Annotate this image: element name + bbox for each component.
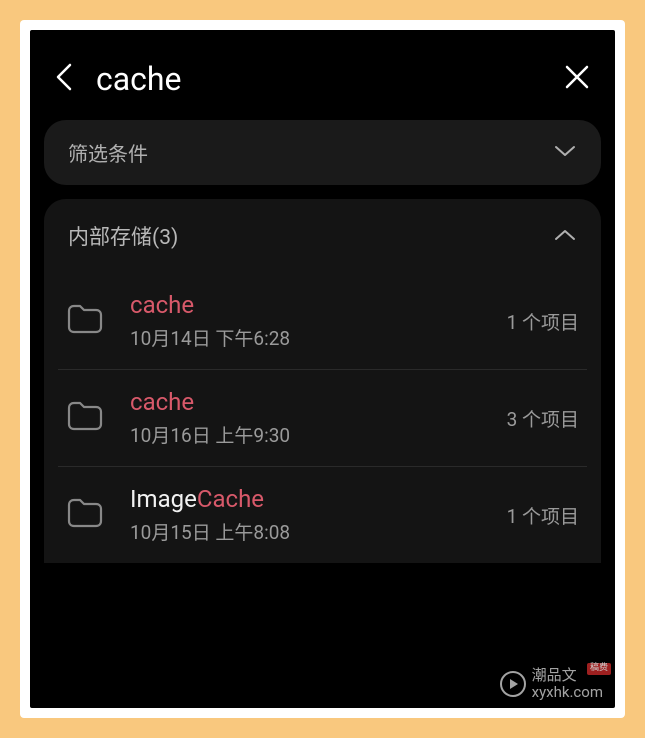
storage-title: 内部存储(3) [68,221,178,251]
folder-count: 1 个项目 [507,502,579,529]
folder-count: 1 个项目 [507,308,579,335]
app-container: cache 筛选条件 内部存储(3) [30,30,615,708]
folder-date: 10月16日 上午9:30 [130,421,481,448]
storage-section-header[interactable]: 内部存储(3) [44,199,601,273]
folder-item[interactable]: cache 10月14日 下午6:28 1 个项目 [58,273,587,370]
folder-info: ImageCache 10月15日 上午8:08 [130,485,481,545]
close-icon[interactable] [564,64,590,94]
back-arrow-icon[interactable] [55,62,73,96]
folder-icon [66,303,104,339]
filter-label: 筛选条件 [68,138,148,167]
folder-item[interactable]: cache 10月16日 上午9:30 3 个项目 [58,370,587,467]
folder-item[interactable]: ImageCache 10月15日 上午8:08 1 个项目 [58,467,587,563]
watermark-text: 潮品文 xyxhk.com 稿费 [532,667,603,700]
folder-date: 10月15日 上午8:08 [130,518,481,545]
chevron-up-icon [553,227,577,246]
folder-name: ImageCache [130,485,481,513]
folder-icon [66,400,104,436]
chevron-down-icon [553,143,577,162]
folder-name: cache [130,388,481,416]
storage-section: 内部存储(3) cache 1 [44,199,601,563]
filter-dropdown[interactable]: 筛选条件 [44,120,601,185]
folder-icon [66,497,104,533]
watermark: 潮品文 xyxhk.com 稿费 [500,667,603,700]
folder-date: 10月14日 下午6:28 [130,324,481,351]
play-icon [500,671,526,697]
search-input[interactable]: cache [96,60,541,98]
folder-info: cache 10月16日 上午9:30 [130,388,481,448]
folder-count: 3 个项目 [507,405,579,432]
search-header: cache [30,30,615,120]
folder-info: cache 10月14日 下午6:28 [130,291,481,351]
folder-name: cache [130,291,481,319]
folder-list: cache 10月14日 下午6:28 1 个项目 cache 10月16日 上… [44,273,601,563]
